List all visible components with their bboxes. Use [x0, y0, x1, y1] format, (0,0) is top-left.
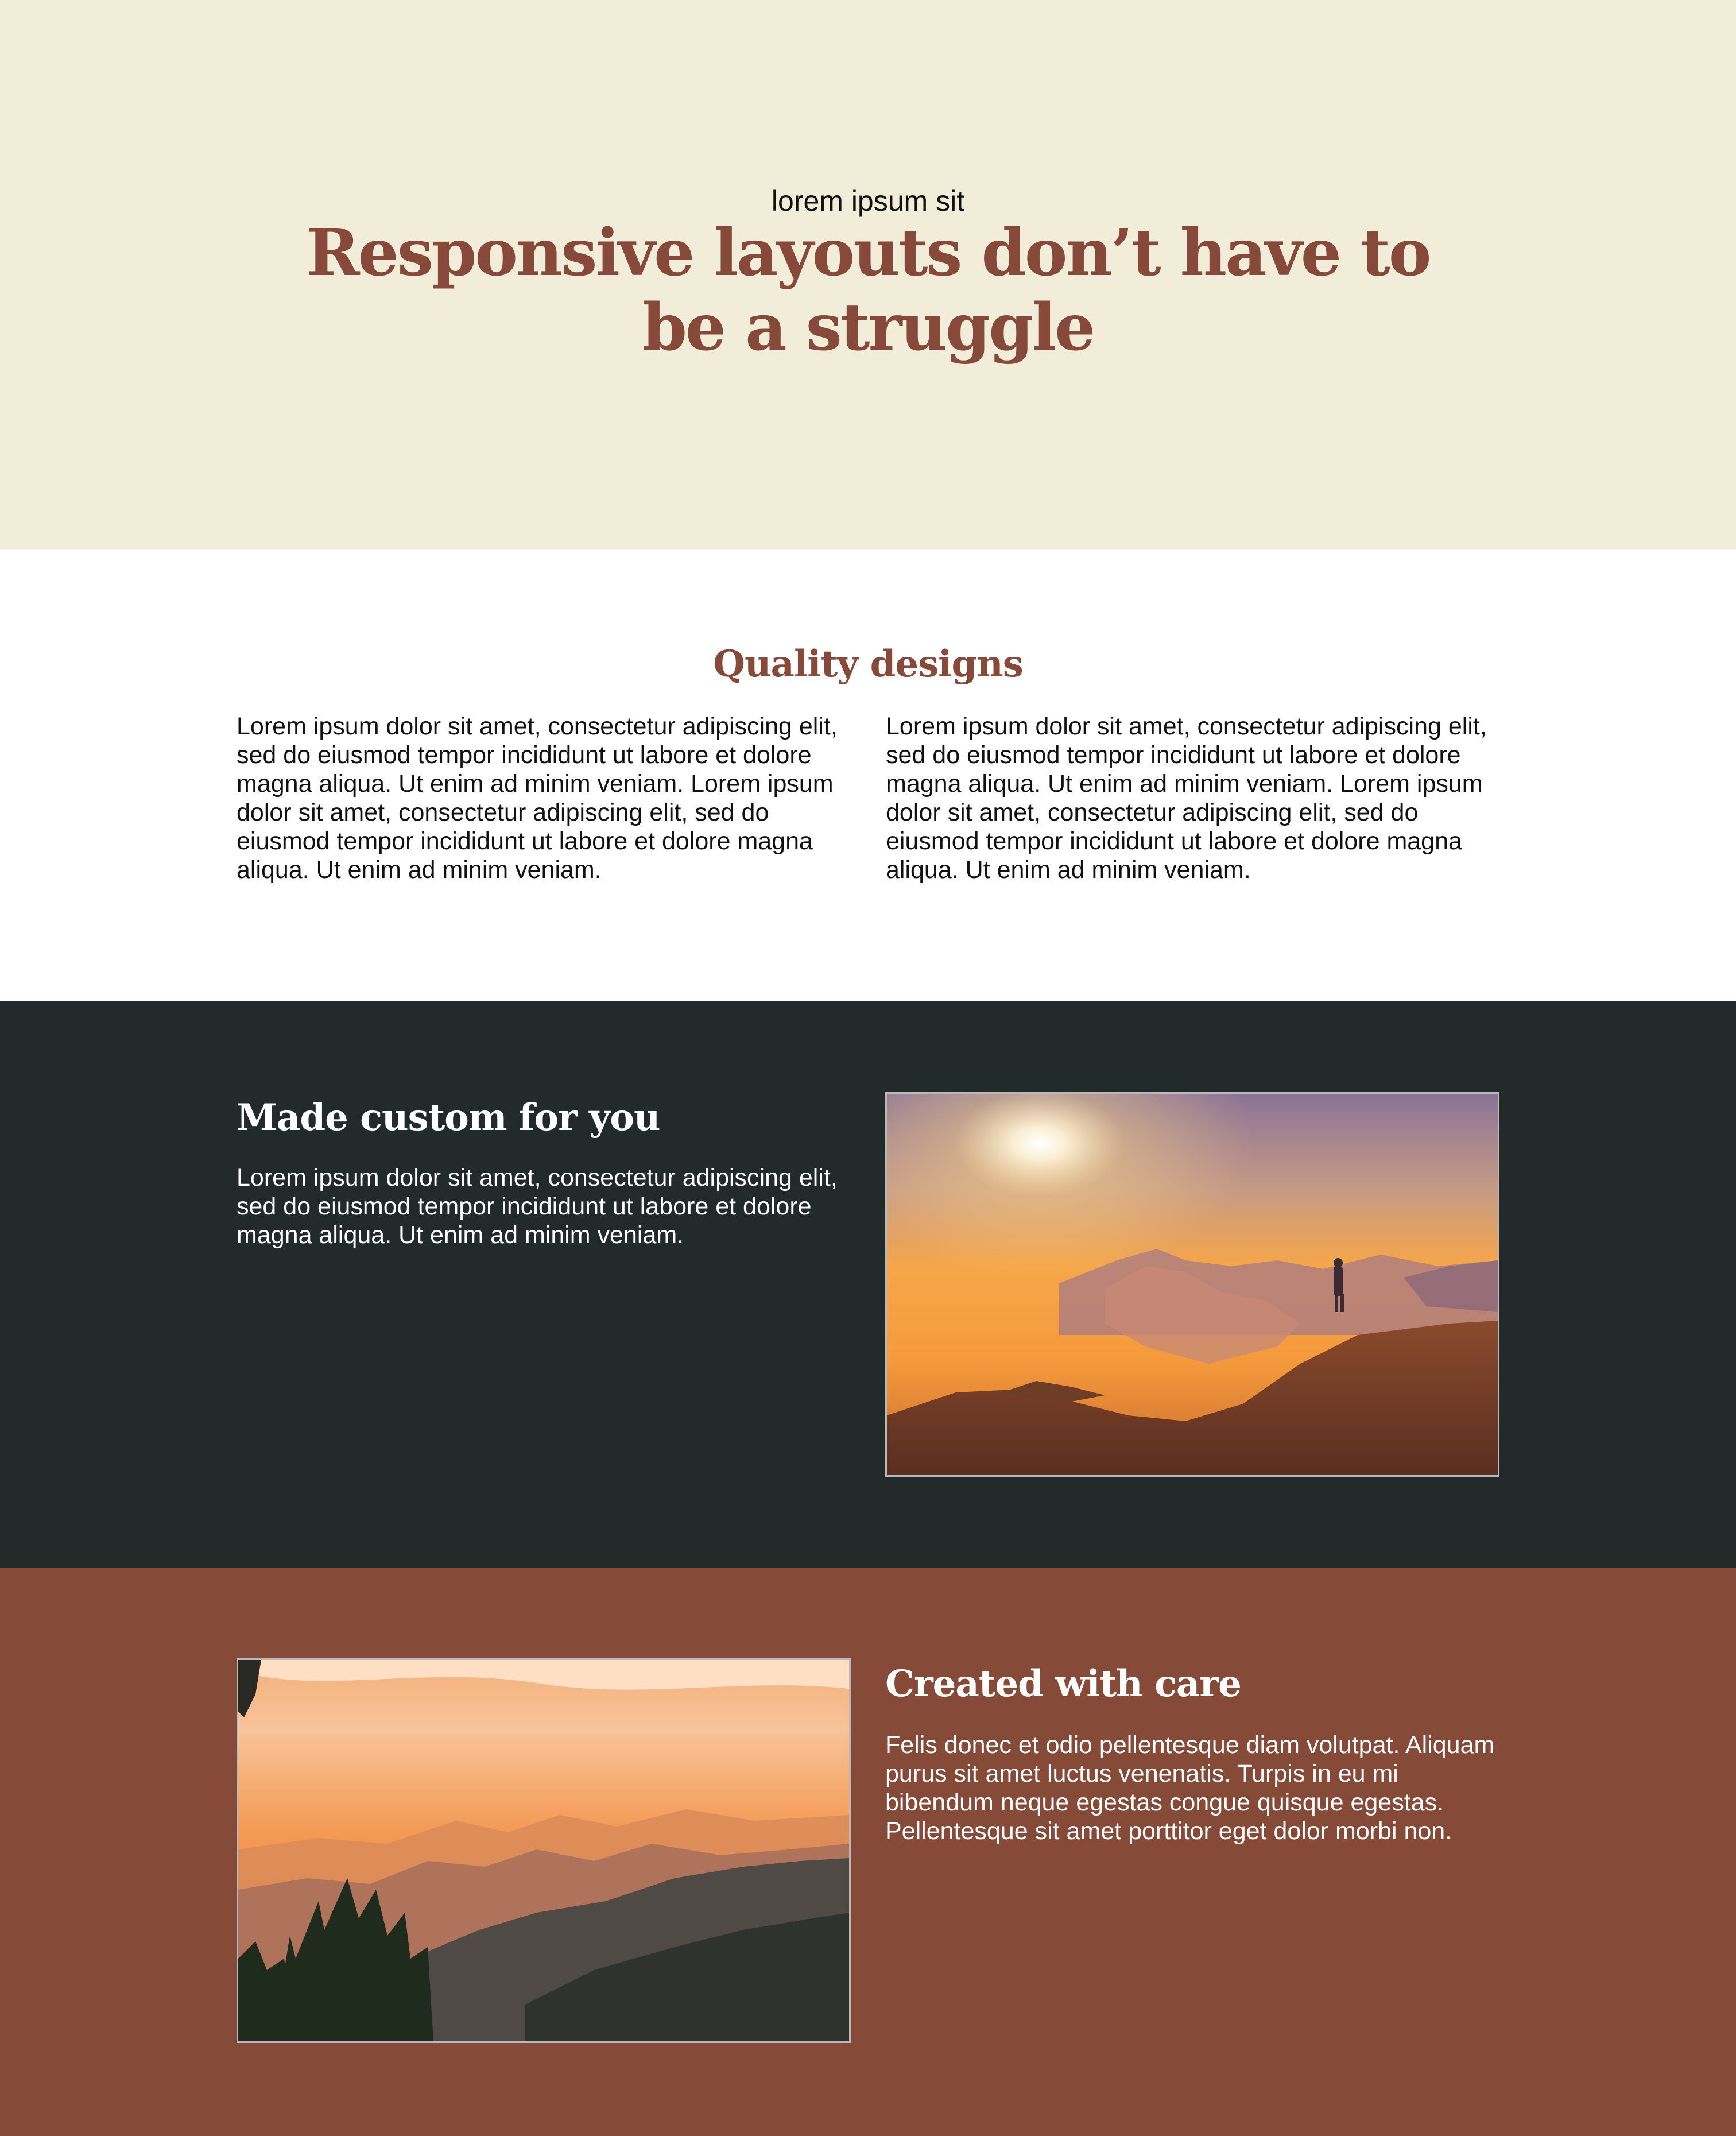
quality-column-left: Lorem ipsum dolor sit amet, consectetur …	[237, 713, 838, 884]
sunrise-mountain-photo	[885, 1092, 1499, 1477]
custom-title: Made custom for you	[237, 1096, 660, 1139]
custom-section: Made custom for you Lorem ipsum dolor si…	[0, 1001, 1736, 1568]
quality-column-right: Lorem ipsum dolor sit amet, consectetur …	[886, 713, 1487, 884]
quality-title: Quality designs	[713, 643, 1024, 686]
hero-title: Responsive layouts don’t have to be a st…	[306, 215, 1432, 365]
care-text: Felis donec et odio pellentesque diam vo…	[885, 1731, 1495, 1845]
care-title: Created with care	[885, 1662, 1242, 1705]
hero-section: lorem ipsum sit Responsive layouts don’t…	[0, 0, 1736, 549]
quality-section: Quality designs Lorem ipsum dolor sit am…	[0, 549, 1736, 1001]
custom-text: Lorem ipsum dolor sit amet, consectetur …	[237, 1164, 838, 1249]
sunset-mountains-photo	[237, 1658, 851, 2043]
care-section: Created with care Felis donec et odio pe…	[0, 1568, 1736, 2136]
